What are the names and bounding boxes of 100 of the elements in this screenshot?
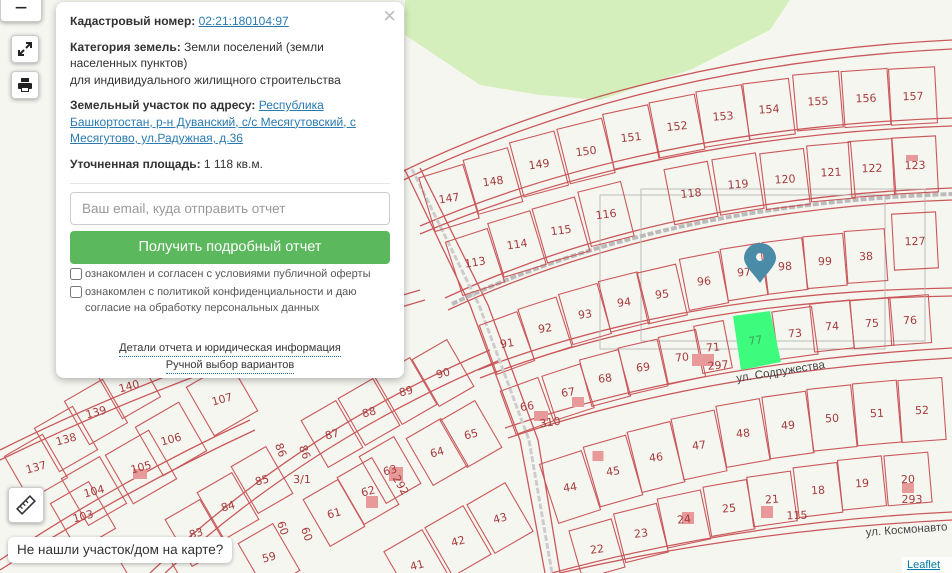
lot-number: 50	[824, 412, 840, 426]
field-label: Кадастровый номер:	[70, 14, 196, 28]
fullscreen-button[interactable]	[11, 35, 39, 63]
printer-icon	[18, 78, 32, 92]
lot-number: 127	[904, 234, 926, 248]
lot-number: 84	[220, 498, 237, 515]
lot-number: 105	[129, 458, 153, 476]
lot-number: 52	[914, 404, 930, 418]
lot-number: 60	[274, 519, 292, 537]
lot-number: 23	[633, 526, 649, 541]
lot-number: 91	[499, 336, 516, 352]
lot-number: 38	[858, 250, 874, 264]
zoom-out-button[interactable]: −	[0, 0, 42, 22]
lot-number: 140	[117, 377, 141, 396]
lot-number: 66	[519, 398, 536, 414]
lot-number: 49	[780, 418, 796, 432]
cadastral-number-link[interactable]: 02:21:180104:97	[198, 14, 289, 28]
lot-number: 88	[360, 404, 378, 421]
agreement-checkbox[interactable]	[70, 286, 82, 298]
lot-number: 62	[360, 483, 377, 500]
lot-number: 87	[324, 426, 341, 443]
lot-number: 3/1	[293, 473, 311, 486]
lot-number: 59	[260, 549, 278, 566]
lot-number: 76	[902, 314, 918, 328]
agreement-checkbox[interactable]	[70, 268, 82, 280]
lot-number: 45	[605, 464, 621, 479]
attribution-link[interactable]: Leaflet	[902, 556, 952, 573]
lot-number: 70	[674, 350, 690, 365]
lot-number: 147	[438, 190, 460, 206]
lot-number: 61	[326, 505, 343, 522]
lot-number: 157	[902, 90, 924, 104]
lot-number: 48	[736, 426, 751, 441]
map-help-notice[interactable]: Не нашли участок/дом на карте?	[8, 537, 232, 564]
lot-number: 151	[620, 130, 642, 146]
street-name: ул. Космонавто	[865, 521, 948, 539]
lot-number: 69	[635, 360, 651, 375]
lot-number: 297	[707, 358, 730, 373]
lot-number: 20	[900, 472, 916, 486]
lot-number: 71	[705, 340, 721, 355]
lot-number: 103	[71, 507, 95, 526]
lot-number: 138	[54, 430, 78, 448]
lot-number: 93	[577, 307, 593, 322]
lot-number: 60	[298, 525, 316, 543]
info-link[interactable]: Детали отчета и юридическая информация	[119, 340, 341, 357]
lot-number: 95	[654, 287, 670, 302]
lot-number: 51	[870, 406, 884, 420]
ruler-icon	[16, 495, 36, 515]
lot-number: 149	[528, 156, 550, 172]
lot-number: 119	[727, 177, 750, 192]
measure-button[interactable]	[8, 487, 44, 523]
lot-number: 99	[818, 254, 832, 268]
agreement-link[interactable]: согласие на обработку персональных данных	[85, 302, 320, 314]
lot-number: 85	[254, 472, 271, 489]
lot-number: 118	[680, 186, 702, 201]
lot-number: 115	[550, 222, 572, 238]
lot-number: 67	[560, 384, 576, 400]
lot-number: 106	[159, 430, 183, 448]
agreement-link[interactable]: политикой конфиденциальности	[157, 286, 324, 298]
lot-number: 120	[774, 172, 796, 187]
lot-number: 86	[272, 441, 290, 459]
lot-number: 74	[824, 320, 840, 334]
lot-number: 148	[482, 174, 504, 190]
lot-number: 96	[696, 274, 712, 289]
lot-number: 47	[691, 438, 707, 453]
lot-number: 152	[666, 119, 688, 134]
lot-number: 139	[84, 403, 108, 422]
lot-number: 22	[589, 542, 605, 557]
lot-number: 92	[537, 320, 553, 336]
lot-number: 97	[736, 265, 752, 280]
email-field[interactable]: Ваш email, куда отправить отчет	[70, 192, 390, 225]
lot-number: 89	[398, 383, 415, 400]
lot-number: 25	[722, 501, 737, 516]
print-button[interactable]	[11, 71, 39, 99]
expand-icon	[17, 41, 33, 57]
land-category-text: Категория земель: Земли поселений (земли населенных пунктов) для индивидуального жилищного строительства	[70, 38, 342, 88]
agreement-text: ознакомлен и согласен с условиями публичной оферты	[85, 267, 370, 282]
lot-number: 65	[462, 426, 480, 443]
lot-number: 19	[854, 476, 870, 490]
agreement-text: ознакомлен с политикой конфиденциальности и даю согласие на обработку персональных данных	[85, 285, 356, 316]
lot-number: 121	[820, 166, 842, 180]
lot-number: 75	[864, 316, 880, 330]
lot-number: 104	[82, 482, 106, 500]
lot-number: 156	[855, 92, 877, 106]
info-link[interactable]: Ручной выбор вариантов	[166, 357, 294, 374]
lot-number: 150	[574, 144, 598, 160]
lot-number: 64	[428, 444, 446, 461]
lot-number: 86	[296, 443, 314, 461]
lot-number: 41	[408, 557, 426, 573]
lot-number: 107	[210, 390, 234, 408]
lot-number: 154	[758, 102, 780, 117]
lot-number: 73	[788, 326, 802, 340]
lot-number: 42	[450, 533, 467, 550]
lot-number: 63	[382, 462, 399, 479]
lot-number: 116	[594, 206, 618, 222]
lot-number: 43	[492, 510, 509, 527]
lot-number: 293	[902, 493, 922, 506]
agreement-link[interactable]: публичной оферты	[273, 268, 370, 280]
lot-number: 24	[676, 512, 692, 527]
lot-number: 44	[562, 480, 578, 495]
lot-number: 113	[464, 254, 486, 271]
